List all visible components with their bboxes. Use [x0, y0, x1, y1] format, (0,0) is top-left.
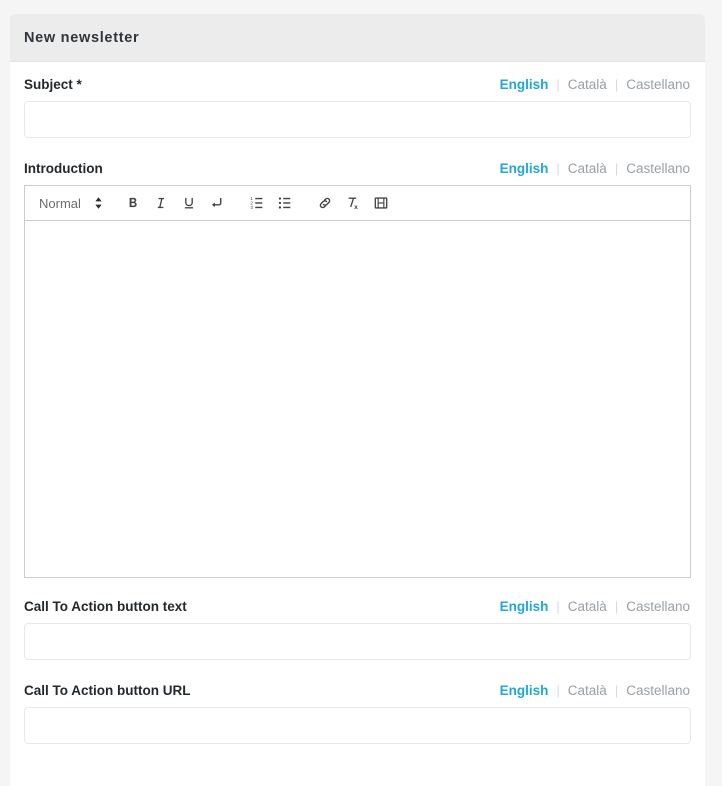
lang-option-catala[interactable]: Català: [567, 160, 608, 178]
language-switcher-subject: English | Català | Castellano: [499, 76, 691, 94]
blockquote-icon[interactable]: [204, 191, 230, 215]
subject-label-row: Subject * English | Català | Castellano: [24, 76, 691, 94]
format-picker[interactable]: Normal: [31, 191, 107, 215]
lang-option-castellano[interactable]: Castellano: [625, 598, 691, 616]
cta-url-input[interactable]: [24, 707, 691, 744]
toolbar-group-format: Normal: [31, 191, 107, 215]
cta-url-label-row: Call To Action button URL English | Cata…: [24, 682, 691, 700]
introduction-label-row: Introduction English | Català | Castella…: [24, 160, 691, 178]
card-header: New newsletter: [10, 14, 705, 62]
lang-option-catala[interactable]: Català: [567, 598, 608, 616]
page-root: New newsletter Subject * English | Catal…: [0, 0, 722, 786]
form-group-introduction: Introduction English | Català | Castella…: [24, 160, 691, 578]
link-icon[interactable]: [312, 191, 338, 215]
lang-option-english[interactable]: English: [499, 598, 550, 616]
lang-separator: |: [614, 599, 619, 614]
form-group-subject: Subject * English | Català | Castellano: [24, 76, 691, 138]
lang-option-catala[interactable]: Català: [567, 76, 608, 94]
ordered-list-icon[interactable]: 1 2 3: [244, 191, 270, 215]
subject-input[interactable]: [24, 101, 691, 138]
page-title: New newsletter: [24, 29, 140, 46]
cta-url-label: Call To Action button URL: [24, 683, 191, 698]
lang-option-english[interactable]: English: [499, 682, 550, 700]
toolbar-group-inline: [119, 191, 231, 215]
lang-option-castellano[interactable]: Castellano: [625, 160, 691, 178]
clear-formatting-icon[interactable]: x: [340, 191, 366, 215]
form-group-cta-text: Call To Action button text English | Cat…: [24, 598, 691, 660]
cta-text-label: Call To Action button text: [24, 599, 187, 614]
italic-icon[interactable]: [148, 191, 174, 215]
svg-text:x: x: [354, 204, 358, 211]
introduction-editor-body[interactable]: [25, 221, 690, 577]
form-group-cta-url: Call To Action button URL English | Cata…: [24, 682, 691, 744]
lang-option-catala[interactable]: Català: [567, 682, 608, 700]
toolbar-group-lists: 1 2 3: [243, 191, 299, 215]
bold-icon[interactable]: [120, 191, 146, 215]
lang-separator: |: [556, 77, 560, 92]
language-switcher-cta-text: English | Català | Castellano: [499, 598, 691, 616]
lang-separator: |: [614, 161, 619, 176]
lang-option-english[interactable]: English: [499, 160, 550, 178]
subject-label: Subject *: [24, 77, 82, 92]
lang-option-castellano[interactable]: Castellano: [625, 682, 691, 700]
language-switcher-cta-url: English | Català | Castellano: [499, 682, 691, 700]
lang-separator: |: [556, 599, 560, 614]
introduction-label: Introduction: [24, 161, 103, 176]
lang-separator: |: [614, 77, 619, 92]
new-newsletter-card: New newsletter Subject * English | Catal…: [10, 14, 705, 786]
lang-option-castellano[interactable]: Castellano: [625, 76, 691, 94]
lang-separator: |: [614, 683, 619, 698]
language-switcher-introduction: English | Català | Castellano: [499, 160, 691, 178]
card-body: Subject * English | Català | Castellano …: [10, 62, 705, 786]
lang-separator: |: [556, 161, 560, 176]
video-icon[interactable]: [368, 191, 394, 215]
chevron-updown-icon: [94, 196, 103, 210]
toolbar-group-insert: x: [311, 191, 395, 215]
cta-text-label-row: Call To Action button text English | Cat…: [24, 598, 691, 616]
rich-text-editor: Normal 1 2 3 x: [24, 185, 691, 578]
lang-option-english[interactable]: English: [499, 76, 550, 94]
underline-icon[interactable]: [176, 191, 202, 215]
bullet-list-icon[interactable]: [272, 191, 298, 215]
lang-separator: |: [556, 683, 560, 698]
svg-text:3: 3: [250, 205, 253, 210]
cta-text-input[interactable]: [24, 623, 691, 660]
editor-toolbar: Normal 1 2 3 x: [25, 186, 690, 221]
